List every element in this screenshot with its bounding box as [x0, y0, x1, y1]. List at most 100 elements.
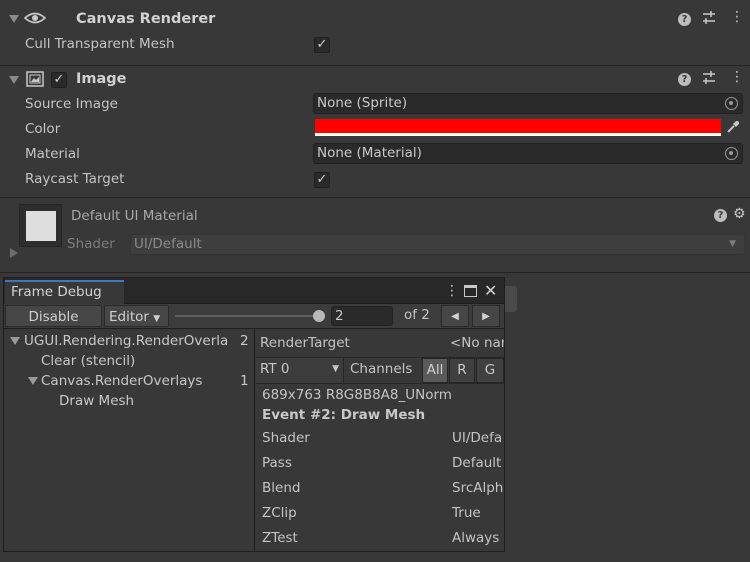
disable-button[interactable]: Disable	[5, 305, 102, 327]
chevron-down-icon: ▼	[332, 364, 339, 374]
divider	[256, 383, 504, 384]
material-field[interactable]: None (Material)	[313, 143, 743, 164]
checkmark-icon: ✓	[316, 172, 328, 187]
shader-dropdown[interactable]: UI/Default ▼	[130, 234, 745, 255]
gear-icon[interactable]: ⚙	[733, 207, 746, 221]
material-value: None (Material)	[317, 145, 422, 161]
raycast-target-checkbox[interactable]: ✓	[314, 172, 330, 188]
image-title: Image	[76, 71, 127, 87]
presets-icon[interactable]	[702, 71, 716, 89]
prop-key: Blend	[262, 480, 301, 496]
tree-foldout[interactable]	[28, 377, 38, 385]
prop-value: Default	[452, 455, 502, 471]
help-icon[interactable]: ?	[678, 13, 691, 26]
presets-icon[interactable]	[702, 11, 716, 29]
color-field[interactable]	[315, 119, 721, 138]
alpha-bar	[315, 133, 721, 136]
object-picker-icon[interactable]	[725, 97, 738, 110]
editor-label: Editor	[109, 309, 149, 325]
channel-all-label: All	[426, 362, 444, 378]
prop-value: True	[452, 505, 481, 521]
tree-foldout[interactable]	[10, 337, 20, 345]
frame-debug-tabbar: Frame Debug ⋮ ✕	[4, 278, 504, 304]
canvas-renderer-title: Canvas Renderer	[76, 11, 216, 27]
event-slider-handle[interactable]	[313, 310, 325, 322]
material-preview-swatch	[26, 211, 56, 241]
tab-label: Frame Debug	[11, 284, 102, 300]
event-number-field[interactable]: 2	[331, 306, 393, 326]
render-target-format: 689x763 R8G8B8A8_UNorm	[262, 387, 452, 403]
tree-item-count: 2	[240, 333, 249, 349]
cull-transparent-label: Cull Transparent Mesh	[25, 36, 175, 52]
chevron-right-icon: ▶	[482, 311, 490, 322]
checkmark-icon: ✓	[316, 37, 328, 52]
prop-key: Shader	[262, 430, 310, 446]
event-tree: UGUI.Rendering.RenderOverla 2 Clear (ste…	[4, 329, 255, 551]
frame-debug-window: Frame Debug ⋮ ✕ Disable Editor ▼ 2 of 2 …	[3, 277, 505, 552]
tree-item-count: 1	[240, 373, 249, 389]
channel-all-button[interactable]: All	[422, 358, 448, 383]
color-label: Color	[25, 121, 61, 137]
canvas-renderer-foldout[interactable]	[9, 15, 19, 23]
eyedropper-icon[interactable]	[726, 120, 740, 138]
tree-item[interactable]: UGUI.Rendering.RenderOverla	[24, 333, 228, 349]
cull-transparent-checkbox[interactable]: ✓	[314, 37, 330, 53]
next-event-button[interactable]: ▶	[472, 305, 500, 327]
tree-item[interactable]: Canvas.RenderOverlays	[41, 373, 202, 389]
image-enabled-checkbox[interactable]: ✓	[51, 72, 67, 88]
shader-value: UI/Default	[134, 236, 202, 252]
event-total: of 2	[404, 307, 430, 323]
render-target-value: <No nam	[450, 335, 504, 351]
tab-frame-debug[interactable]: Frame Debug	[5, 280, 124, 304]
editor-dropdown[interactable]: Editor ▼	[104, 305, 169, 327]
help-icon[interactable]: ?	[714, 209, 727, 222]
prop-key: ZClip	[262, 505, 297, 521]
more-options-icon[interactable]: ⋮	[730, 70, 744, 84]
material-label: Material	[25, 146, 80, 162]
channels-label: Channels	[350, 361, 413, 377]
prop-value: Always	[452, 530, 500, 546]
color-swatch	[315, 119, 721, 133]
prop-key: Pass	[262, 455, 292, 471]
channel-g-button[interactable]: G	[476, 358, 504, 383]
image-component-icon	[26, 71, 44, 91]
divider	[0, 272, 750, 273]
prop-key: ZTest	[262, 530, 298, 546]
more-options-icon[interactable]: ⋮	[730, 10, 744, 24]
chevron-left-icon: ◀	[451, 311, 459, 322]
render-target-label: RenderTarget	[260, 335, 350, 351]
divider	[0, 65, 750, 66]
chevron-down-icon: ▼	[153, 314, 161, 324]
more-options-icon[interactable]: ⋮	[445, 283, 459, 299]
event-details: RenderTarget <No nam RT 0 ▼ Channels All…	[256, 329, 504, 551]
event-title: Event #2: Draw Mesh	[262, 407, 426, 423]
checkmark-icon: ✓	[53, 72, 65, 87]
image-foldout[interactable]	[9, 76, 19, 84]
eye-icon[interactable]	[23, 10, 47, 26]
prop-value: SrcAlph	[452, 480, 504, 496]
close-icon[interactable]: ✕	[484, 281, 497, 300]
channel-r-button[interactable]: R	[449, 358, 475, 383]
channel-r-label: R	[457, 362, 467, 378]
event-slider-track[interactable]	[175, 310, 325, 322]
rt-select-value: RT 0	[260, 361, 290, 377]
channel-g-label: G	[484, 362, 496, 378]
prop-value: UI/Defa	[452, 430, 503, 446]
background-button	[505, 286, 517, 312]
render-target-select[interactable]: RT 0 ▼	[256, 358, 344, 383]
frame-debug-toolbar: Disable Editor ▼ 2 of 2 ◀ ▶	[4, 304, 504, 329]
material-thumbnail	[19, 204, 62, 247]
tree-item[interactable]: Draw Mesh	[59, 393, 134, 409]
source-image-value: None (Sprite)	[317, 95, 408, 111]
disable-label: Disable	[28, 309, 79, 325]
previous-event-button[interactable]: ◀	[441, 305, 469, 327]
tree-item[interactable]: Clear (stencil)	[41, 353, 135, 369]
help-icon[interactable]: ?	[678, 73, 691, 86]
maximize-icon[interactable]	[464, 285, 477, 297]
preview-expand-icon[interactable]	[10, 248, 18, 258]
object-picker-icon[interactable]	[725, 147, 738, 160]
source-image-field[interactable]: None (Sprite)	[313, 93, 743, 114]
event-number-value: 2	[335, 308, 344, 324]
raycast-target-label: Raycast Target	[25, 171, 125, 187]
source-image-label: Source Image	[25, 96, 118, 112]
